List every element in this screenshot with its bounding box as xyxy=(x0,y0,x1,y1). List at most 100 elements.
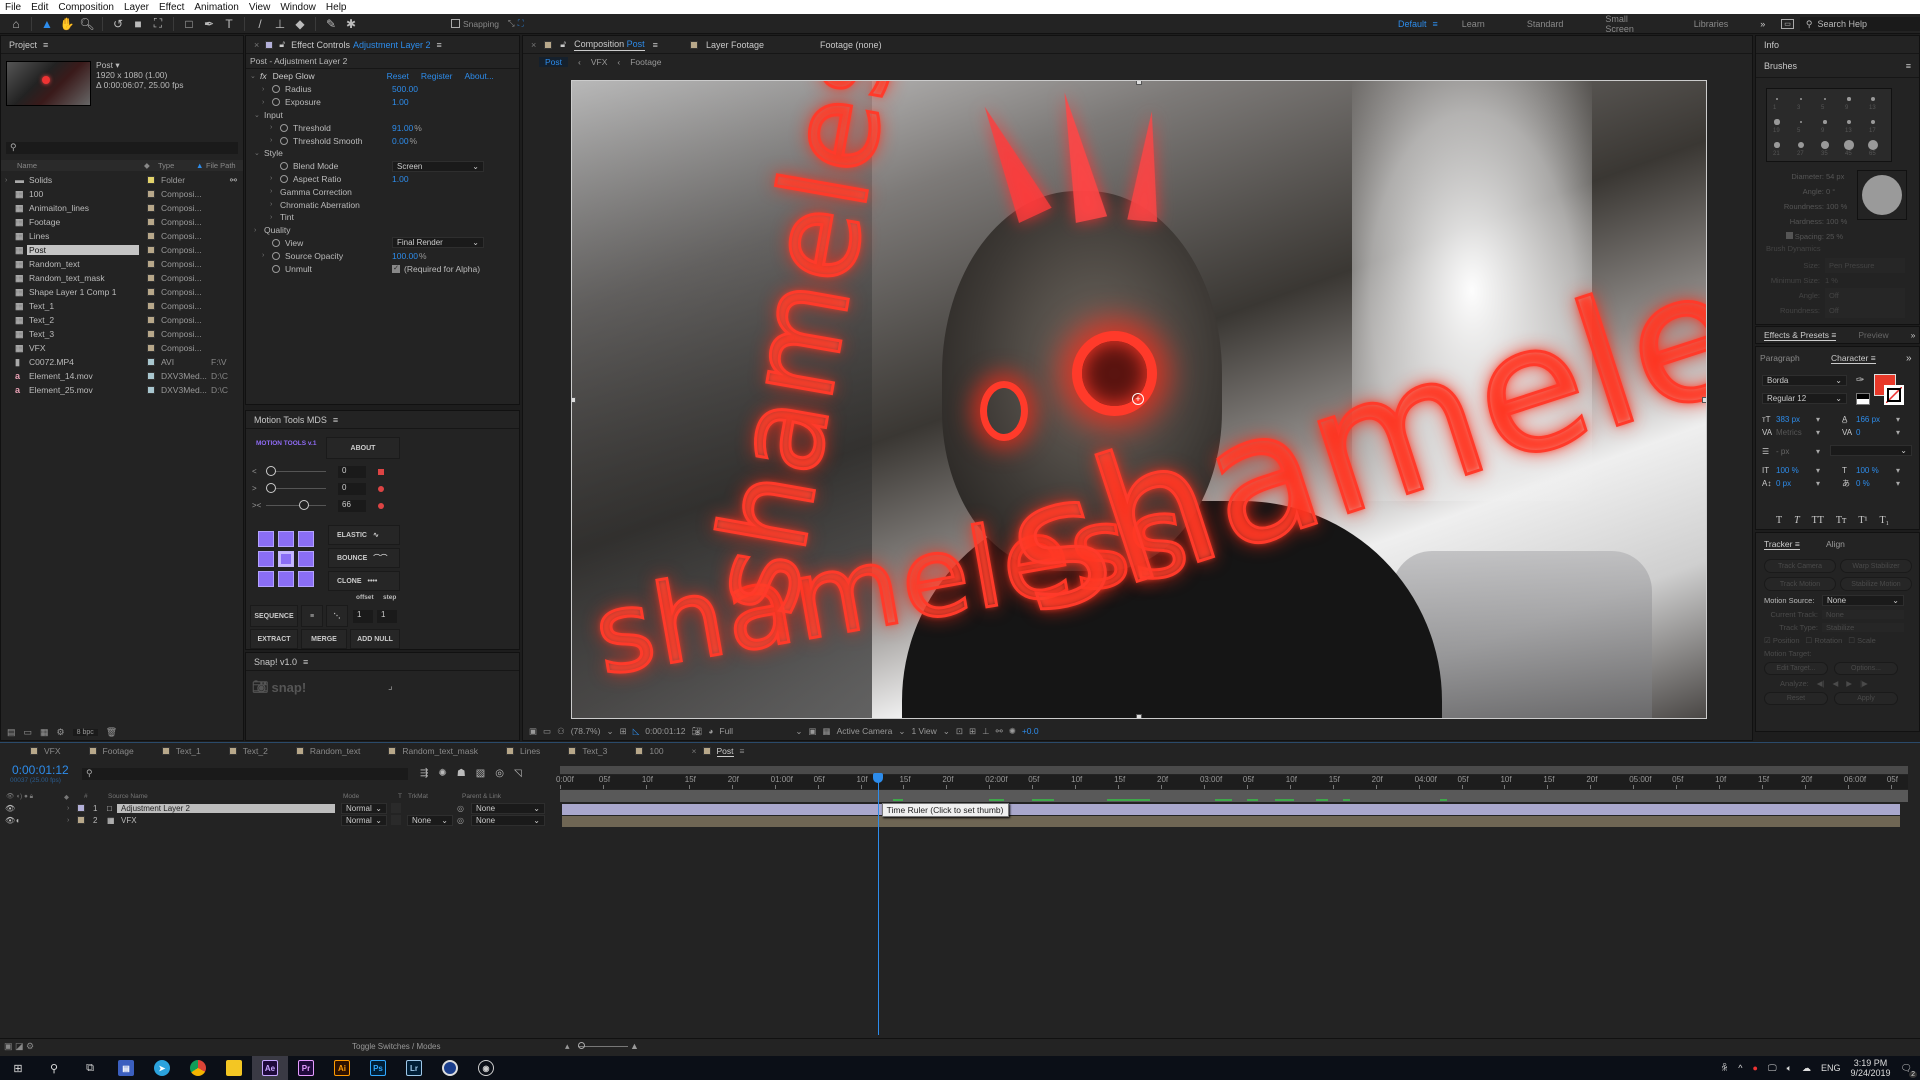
anchor-point-cell[interactable] xyxy=(298,531,314,547)
twirl-closed-icon[interactable]: › xyxy=(254,227,264,234)
comp-mini-flowchart-icon[interactable]: ⇶ xyxy=(420,768,428,779)
brush-preset[interactable] xyxy=(1799,97,1803,101)
effect-register-link[interactable]: Register xyxy=(421,71,453,81)
project-item[interactable]: ▦ Animaiton_lines Composi... xyxy=(1,201,243,215)
analyze-forward-icon[interactable]: ▶ xyxy=(1846,679,1852,688)
project-item[interactable]: ▦ Text_1 Composi... xyxy=(1,299,243,313)
analyze-back-icon[interactable]: ◀ xyxy=(1833,679,1839,688)
tracking-value[interactable]: 0 xyxy=(1856,426,1896,439)
shy-layers-icon[interactable]: ☗ xyxy=(457,768,466,779)
apply-easing-icon[interactable] xyxy=(378,485,384,492)
timeline-tab-random-text[interactable]: Random_text xyxy=(282,746,375,756)
reset-button[interactable]: Reset xyxy=(1764,692,1828,705)
param-value[interactable]: 500.00 xyxy=(392,84,418,94)
param-value[interactable]: 0.00 xyxy=(392,136,409,146)
obs-icon[interactable]: ◉ xyxy=(468,1056,504,1080)
work-area-bar[interactable] xyxy=(560,766,1908,774)
stopwatch-icon[interactable] xyxy=(280,123,288,132)
timeline-zoom-slider[interactable] xyxy=(578,1046,628,1047)
rotation-checkbox[interactable]: ☐ Rotation xyxy=(1806,636,1843,645)
stroke-color-swatch[interactable] xyxy=(1884,385,1904,405)
anchor-crosshair-icon[interactable]: + xyxy=(1132,393,1144,405)
brush-preset[interactable] xyxy=(1847,97,1851,101)
timeline-tab-footage[interactable]: Footage xyxy=(75,746,148,756)
panel-menu-icon[interactable]: ≡ xyxy=(333,415,338,425)
kerning-value[interactable]: Metrics xyxy=(1776,426,1816,439)
twirl-closed-icon[interactable]: › xyxy=(270,188,280,195)
eye-icon[interactable]: 👁︎ xyxy=(5,804,15,813)
breadcrumb-vfx[interactable]: VFX xyxy=(591,57,608,67)
timeline-search-input[interactable]: ⚲ xyxy=(82,768,408,780)
eye-icon[interactable]: 👁︎ xyxy=(5,816,15,825)
camera-tool-icon[interactable]: ■ xyxy=(130,16,146,32)
start-icon[interactable]: ⊞ xyxy=(0,1056,36,1080)
add-null-button[interactable]: ADD NULL xyxy=(350,629,400,649)
transform-handle[interactable] xyxy=(572,397,576,403)
warp-stabilizer-button[interactable]: Warp Stabilizer xyxy=(1840,559,1912,573)
edit-target-button[interactable]: Edit Target... xyxy=(1764,662,1828,675)
brush-preset[interactable] xyxy=(1775,97,1779,101)
motion-tools-title[interactable]: Motion Tools MDS xyxy=(254,415,327,425)
panel-menu-icon[interactable]: ≡ xyxy=(437,40,442,50)
angle-control-dropdown[interactable]: Off xyxy=(1825,288,1905,303)
twirl-closed-icon[interactable]: › xyxy=(262,99,272,106)
selection-tool-icon[interactable]: ▲ xyxy=(39,16,55,32)
track-motion-button[interactable]: Track Motion xyxy=(1764,577,1836,591)
horizontal-scale-value[interactable]: 100 % xyxy=(1856,464,1896,477)
label-color-swatch[interactable] xyxy=(147,302,155,310)
tab-tracker[interactable]: Tracker ≡ xyxy=(1764,539,1800,550)
onedrive-icon[interactable]: ☁ xyxy=(1802,1063,1811,1074)
current-track-dropdown[interactable]: None xyxy=(1822,610,1904,619)
label-color-swatch[interactable] xyxy=(147,288,155,296)
project-search-input[interactable]: ⚲ xyxy=(6,142,238,154)
brush-preset[interactable] xyxy=(1868,140,1878,150)
label-color-swatch[interactable] xyxy=(77,816,85,824)
project-item[interactable]: ▦ Text_3 Composi... xyxy=(1,327,243,341)
parent-pickwhip-icon[interactable]: ◎ xyxy=(457,816,471,825)
font-size-value[interactable]: 383 px xyxy=(1776,413,1816,426)
panel-menu-icon[interactable]: ≡ xyxy=(43,40,48,50)
info-panel-title[interactable]: Info xyxy=(1756,36,1919,54)
volume-icon[interactable]: 🔈︎ xyxy=(1787,1063,1792,1074)
effect-controls-layer-name[interactable]: Adjustment Layer 2 xyxy=(353,40,431,50)
frame-blending-icon[interactable]: ▧ xyxy=(476,768,485,779)
slider-thumb[interactable] xyxy=(299,500,309,510)
project-item[interactable]: a Element_14.mov DXV3Med... D:\C xyxy=(1,369,243,383)
magnification-dropdown[interactable]: (78.7%) xyxy=(571,726,601,736)
column-trkmat[interactable]: TrkMat xyxy=(408,793,462,800)
parent-dropdown[interactable]: None ⌄ xyxy=(471,802,545,814)
lock-icon[interactable]: 🔓︎ xyxy=(279,39,285,50)
apply-button[interactable]: Apply xyxy=(1834,692,1898,705)
snap-features-icon[interactable]: ⛶ xyxy=(518,18,524,29)
stopwatch-icon[interactable] xyxy=(280,136,288,145)
label-color-swatch[interactable] xyxy=(147,190,155,198)
mask-visibility-icon[interactable]: ⚇ xyxy=(557,726,565,737)
param-value[interactable]: 91.00 xyxy=(392,123,413,133)
twirl-closed-icon[interactable]: › xyxy=(5,177,15,184)
panel-menu-icon[interactable]: ≡ xyxy=(653,40,658,50)
param-dropdown[interactable]: Final Render ⌄ xyxy=(392,237,484,249)
audio-icon[interactable]: ◖ xyxy=(15,816,25,825)
rotate-tool-icon[interactable]: ↺ xyxy=(110,16,126,32)
transparency-grid-icon[interactable]: ▦ xyxy=(823,726,831,737)
anchor-point-cell[interactable] xyxy=(258,551,274,567)
label-color-swatch[interactable] xyxy=(147,344,155,352)
toggle-switches-modes[interactable]: Toggle Switches / Modes xyxy=(352,1042,441,1051)
preview-name[interactable]: Post ▾ xyxy=(96,60,183,70)
label-color-swatch[interactable] xyxy=(147,372,155,380)
workspace-menu-icon[interactable]: ≡ xyxy=(1433,19,1438,29)
stopwatch-icon[interactable] xyxy=(272,85,280,94)
anchor-point-cell[interactable] xyxy=(258,571,274,587)
reset-exposure-icon[interactable]: ✺ xyxy=(1009,726,1016,737)
breadcrumb-post[interactable]: Post xyxy=(539,56,569,67)
brush-preset[interactable] xyxy=(1774,119,1780,125)
twirl-open-icon[interactable]: ⌄ xyxy=(254,149,264,157)
preserve-transparency-toggle[interactable] xyxy=(391,815,401,825)
time-ruler[interactable]: 0:00f 05f 10f 15f 20f 01:00f 05f 10f 15f 20f 02:00… xyxy=(556,775,1908,789)
stopwatch-icon[interactable] xyxy=(272,98,280,107)
close-panel-icon[interactable]: × xyxy=(254,40,259,50)
snapshot-icon[interactable]: 📷︎ xyxy=(691,726,702,737)
menu-help[interactable]: Help xyxy=(321,2,352,13)
label-column-icon[interactable]: ◆ xyxy=(144,161,158,170)
brushes-title[interactable]: Brushes xyxy=(1764,61,1797,71)
